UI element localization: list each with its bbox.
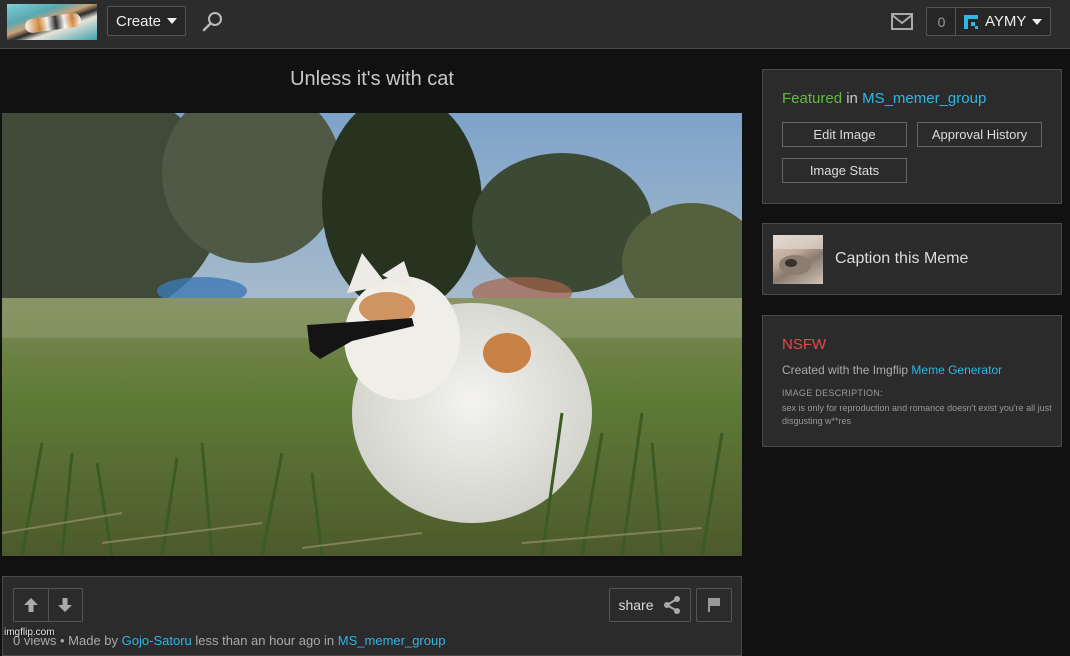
featured-stream-link[interactable]: MS_memer_group bbox=[862, 90, 986, 107]
nsfw-label: NSFW bbox=[782, 336, 827, 353]
username: AYMY bbox=[985, 13, 1027, 30]
edit-image-button[interactable]: Edit Image bbox=[782, 122, 907, 147]
caption-thumbnail[interactable] bbox=[773, 235, 823, 284]
create-button-label: Create bbox=[115, 12, 162, 30]
upvote-button[interactable] bbox=[14, 589, 48, 621]
caption-meme-panel[interactable]: Caption this Meme bbox=[762, 223, 1062, 295]
vote-buttons bbox=[13, 588, 83, 622]
made-by-prefix: Made by bbox=[68, 633, 119, 648]
meme-title: Unless it's with cat bbox=[290, 68, 454, 90]
meme-meta: 0 views • Made by Gojo-Satoru less than … bbox=[13, 633, 445, 648]
meta-separator: • bbox=[59, 633, 65, 648]
image-description-text: sex is only for reproduction and romance… bbox=[782, 403, 1052, 426]
caption-meme-link[interactable]: Caption this Meme bbox=[835, 250, 968, 268]
user-menu-button[interactable]: AYMY bbox=[955, 7, 1051, 36]
featured-in: in bbox=[846, 90, 858, 107]
meme-actions-bar: share 0 views • Made by Gojo-Satoru less… bbox=[2, 576, 742, 656]
image-description-label: IMAGE DESCRIPTION: bbox=[782, 388, 883, 398]
share-icon bbox=[663, 596, 680, 614]
time-text: less than an hour ago in bbox=[195, 633, 335, 648]
flag-button[interactable] bbox=[696, 588, 732, 622]
share-button[interactable]: share bbox=[609, 588, 691, 622]
created-prefix: Created with the Imgflip bbox=[782, 363, 909, 377]
cat-thumbnail-illustration bbox=[773, 235, 823, 275]
downvote-icon bbox=[58, 598, 73, 612]
create-button[interactable]: Create bbox=[107, 6, 186, 36]
share-label: share bbox=[618, 597, 654, 613]
featured-line: Featured in MS_memer_group bbox=[782, 90, 986, 107]
caret-down-icon bbox=[1032, 18, 1043, 25]
created-with-line: Created with the Imgflip Meme Generator bbox=[782, 363, 1002, 377]
mail-icon[interactable] bbox=[891, 13, 913, 30]
notification-count[interactable]: 0 bbox=[926, 7, 956, 36]
meme-image-illustration bbox=[2, 113, 742, 556]
approval-history-button[interactable]: Approval History bbox=[917, 122, 1042, 147]
image-stats-button[interactable]: Image Stats bbox=[782, 158, 907, 183]
caret-down-icon bbox=[167, 18, 178, 24]
featured-panel: Featured in MS_memer_group Edit Image Ap… bbox=[762, 69, 1062, 204]
meme-image[interactable] bbox=[2, 113, 742, 556]
imgflip-watermark: imgflip.com bbox=[4, 627, 55, 638]
flag-icon bbox=[708, 598, 720, 612]
site-logo[interactable] bbox=[7, 4, 97, 40]
image-info-panel: NSFW Created with the Imgflip Meme Gener… bbox=[762, 315, 1062, 447]
featured-label: Featured bbox=[782, 90, 843, 107]
upvote-icon bbox=[23, 598, 38, 612]
user-icon bbox=[964, 14, 978, 29]
downvote-button[interactable] bbox=[47, 589, 83, 621]
top-navbar: Create 0 AYMY bbox=[0, 0, 1070, 49]
search-icon[interactable] bbox=[201, 10, 225, 34]
author-link[interactable]: Gojo-Satoru bbox=[122, 633, 192, 648]
meme-generator-link[interactable]: Meme Generator bbox=[911, 363, 1002, 377]
stream-link[interactable]: MS_memer_group bbox=[338, 633, 446, 648]
